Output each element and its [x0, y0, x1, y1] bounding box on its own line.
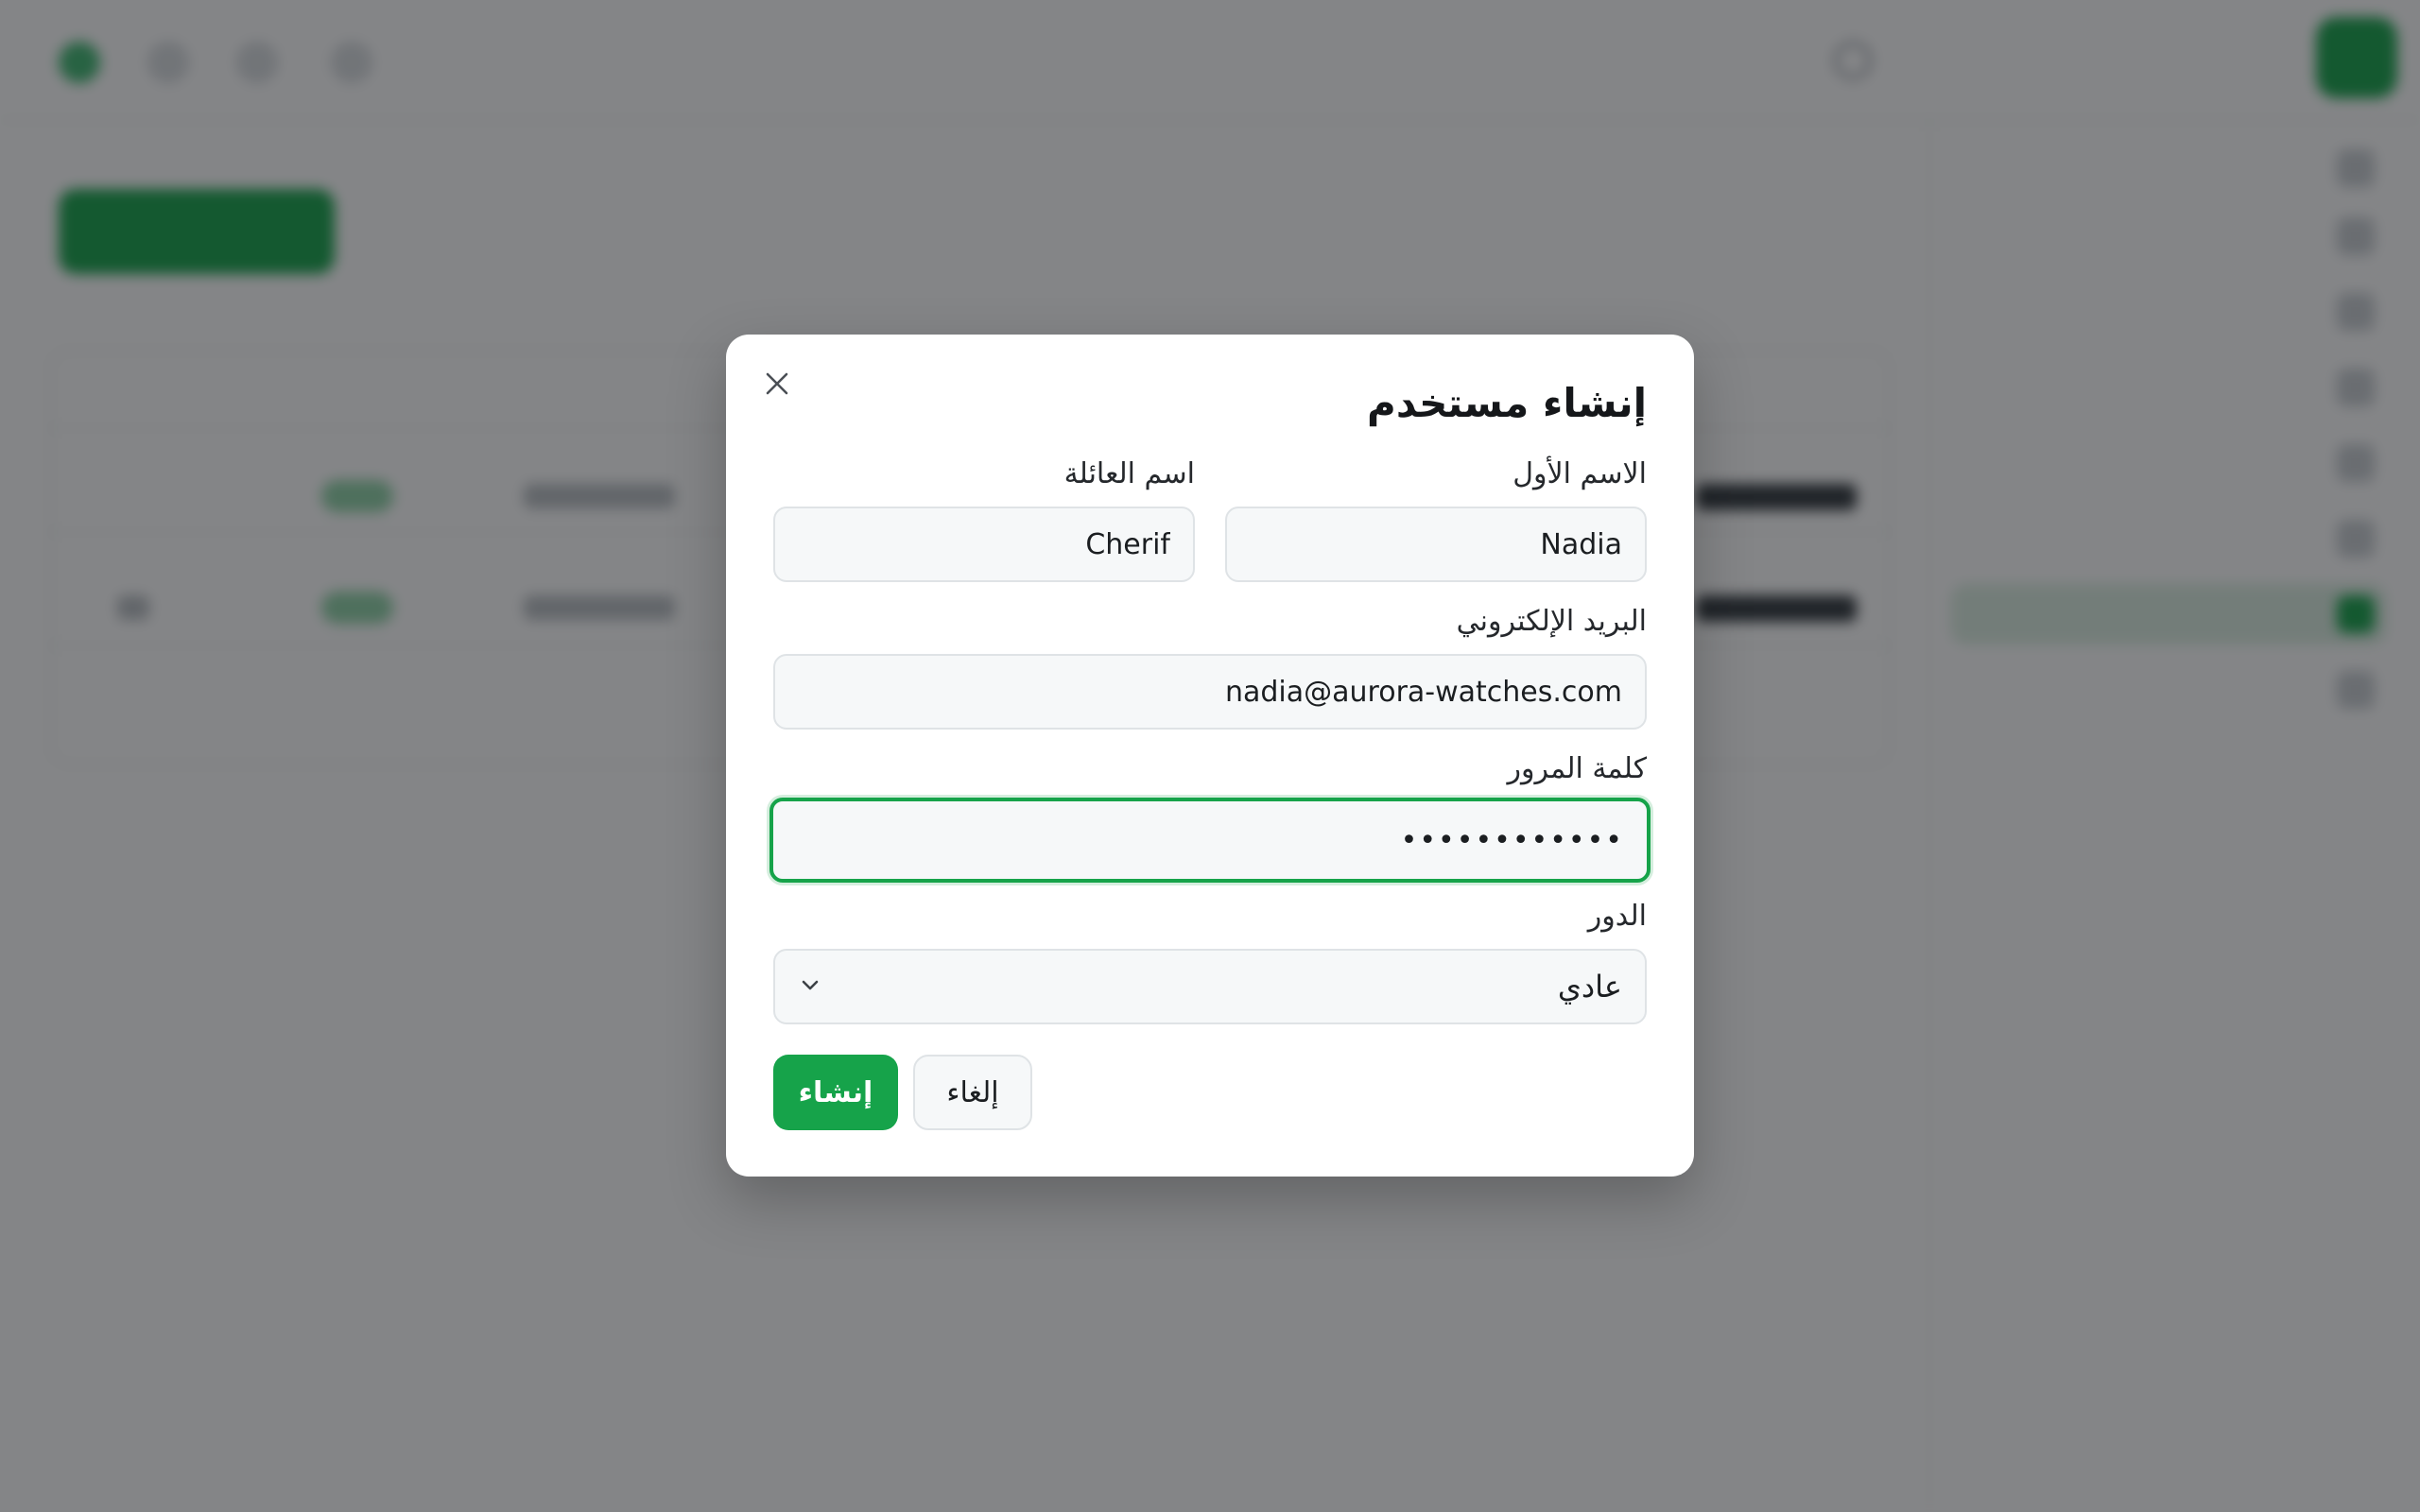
last-name-field[interactable] — [773, 507, 1195, 582]
create-user-dialog: إنشاء مستخدم الاسم الأول اسم العائلة الب… — [726, 335, 1694, 1177]
first-name-field[interactable] — [1225, 507, 1647, 582]
close-icon — [765, 371, 789, 400]
role-label: الدور — [1587, 900, 1647, 933]
close-button[interactable] — [758, 367, 796, 404]
chevron-down-icon — [798, 972, 822, 1001]
role-select[interactable]: عادي — [773, 949, 1647, 1024]
email-label: البريد الإلكتروني — [1456, 605, 1647, 638]
role-selected-value: عادي — [1557, 969, 1622, 1005]
password-label: كلمة المرور — [1507, 752, 1647, 785]
first-name-label: الاسم الأول — [1512, 457, 1647, 490]
email-field[interactable] — [773, 654, 1647, 730]
password-field[interactable] — [769, 798, 1651, 883]
last-name-label: اسم العائلة — [1063, 457, 1195, 490]
cancel-button[interactable]: إلغاء — [913, 1055, 1032, 1130]
dialog-title: إنشاء مستخدم — [1367, 380, 1647, 426]
create-button[interactable]: إنشاء — [773, 1055, 898, 1130]
